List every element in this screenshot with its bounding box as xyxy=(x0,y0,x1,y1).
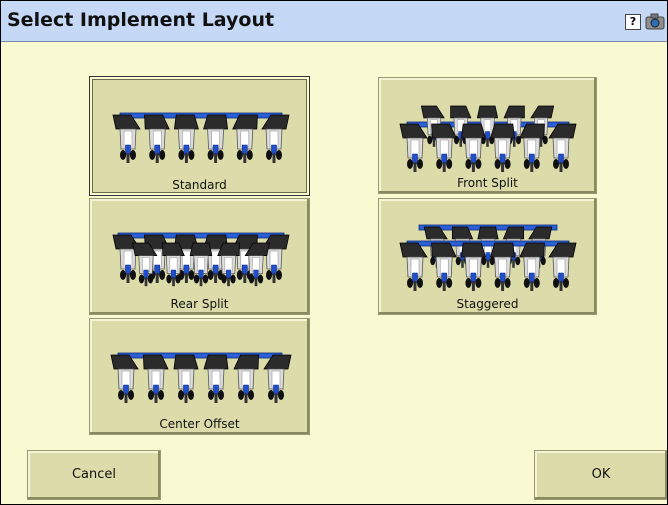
cancel-button[interactable]: Cancel xyxy=(27,450,161,500)
layout-center-offset-label: Center Offset xyxy=(159,417,240,431)
layout-staggered-button[interactable]: Staggered xyxy=(378,198,597,315)
layout-center-offset-button[interactable]: Center Offset xyxy=(89,318,310,435)
title-bar: Select Implement Layout ? xyxy=(1,1,667,42)
layout-staggered-label: Staggered xyxy=(456,297,519,311)
help-icon[interactable]: ? xyxy=(625,14,641,30)
dialog-title: Select Implement Layout xyxy=(7,9,275,31)
dialog-window: Select Implement Layout ? Standard Front… xyxy=(0,0,668,505)
layout-front-split-button[interactable]: Front Split xyxy=(378,77,597,194)
layout-standard-label: Standard xyxy=(172,178,227,192)
ok-button[interactable]: OK xyxy=(534,450,667,500)
camera-icon[interactable] xyxy=(645,13,665,31)
layout-rear-split-label: Rear Split xyxy=(170,297,229,311)
layout-standard-button[interactable]: Standard xyxy=(89,76,310,196)
layout-rear-split-button[interactable]: Rear Split xyxy=(89,198,310,315)
layout-front-split-label: Front Split xyxy=(457,176,518,190)
